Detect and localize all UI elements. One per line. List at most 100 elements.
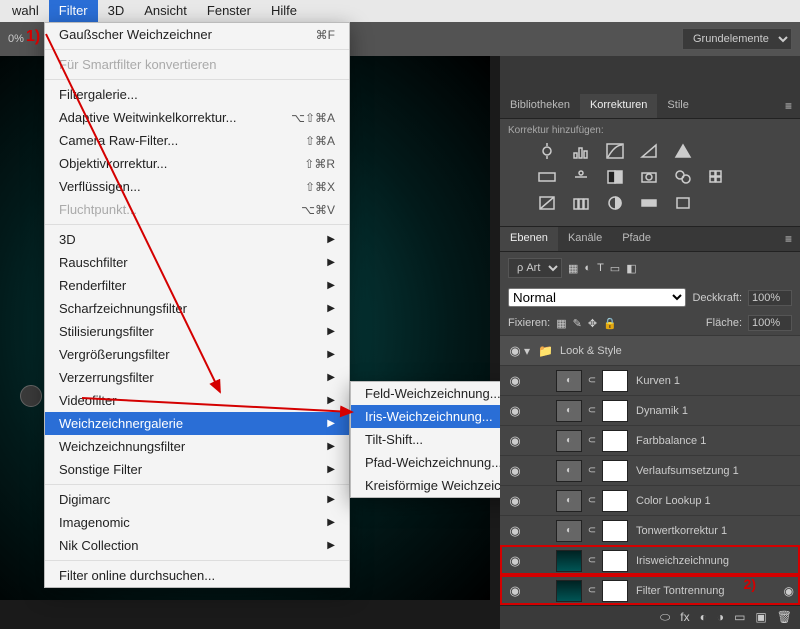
new-layer-icon[interactable]: ▣ [755,610,766,625]
layer-row[interactable]: ◉◐⊂Dynamik 1 [500,395,800,425]
layer-name: Dynamik 1 [636,405,688,417]
panel-menu-icon[interactable]: ≡ [777,94,800,118]
mask-icon[interactable]: ◐ [700,610,707,625]
menu-ansicht[interactable]: Ansicht [134,0,197,22]
menu-wahl[interactable]: wahl [2,0,49,22]
visibility-icon[interactable]: ◉ [506,343,524,359]
visibility-icon[interactable]: ◉ [506,553,524,569]
filter-item[interactable]: Filtergalerie... [45,83,349,106]
filter-smart-icon[interactable]: ◧ [626,262,636,275]
filter-submenu-item[interactable]: Rauschfilter▶ [45,251,349,274]
lock-pos-icon[interactable]: ✥ [588,317,597,330]
filter-submenu-item[interactable]: Stilisierungsfilter▶ [45,320,349,343]
opacity-input[interactable] [748,290,792,306]
chevron-down-icon[interactable]: ▾ [524,344,538,358]
filter-submenu-item[interactable]: Weichzeichnungsfilter▶ [45,435,349,458]
fill-input[interactable] [748,315,792,331]
lock-pixels-icon[interactable]: ▦ [556,317,566,330]
filter-submenu-item[interactable]: Renderfilter▶ [45,274,349,297]
posterize-icon[interactable] [570,194,592,212]
tab-bibliotheken[interactable]: Bibliotheken [500,94,580,118]
opacity-label: Deckkraft: [692,292,742,304]
tab-stile[interactable]: Stile [657,94,698,118]
filter-submenu-item[interactable]: Verzerrungsfilter▶ [45,366,349,389]
layer-row[interactable]: ◉⊂Irisweichzeichnung [500,545,800,575]
filter-submenu-item[interactable]: Sonstige Filter▶ [45,458,349,481]
visibility-icon[interactable]: ◉ [506,433,524,449]
smartfilter-vis-icon[interactable]: ◉ [784,584,794,598]
filter-submenu-item[interactable]: Videofilter▶ [45,389,349,412]
lock-all-icon[interactable]: 🔒 [603,317,617,330]
layer-row[interactable]: ◉◐⊂Tonwertkorrektur 1 [500,515,800,545]
link-icon[interactable]: ⬭ [660,610,670,625]
filter-item[interactable]: Adaptive Weitwinkelkorrektur...⌥⇧⌘A [45,106,349,129]
tab-kanaele[interactable]: Kanäle [558,227,612,251]
folder-icon: 📁 [538,344,556,358]
blend-mode-select[interactable]: Normal [508,288,686,307]
visibility-icon[interactable]: ◉ [506,463,524,479]
layers-menu-icon[interactable]: ≡ [777,227,800,251]
exposure-icon[interactable] [638,142,660,160]
curves-icon[interactable] [604,142,626,160]
filter-adj-icon[interactable]: ◐ [584,262,591,274]
layer-kind-filter[interactable]: ρ Art [508,258,562,278]
filter-shape-icon[interactable]: ▭ [610,262,620,275]
visibility-icon[interactable]: ◉ [506,403,524,419]
filter-plugin-item[interactable]: Nik Collection▶ [45,534,349,557]
fx-icon[interactable]: fx [680,610,689,625]
menu-3d[interactable]: 3D [98,0,135,22]
levels-icon[interactable] [570,142,592,160]
selcolor-icon[interactable] [672,194,694,212]
filter-last-used[interactable]: Gaußscher Weichzeichner⌘F [45,23,349,46]
filter-submenu-item[interactable]: Scharfzeichnungsfilter▶ [45,297,349,320]
layer-name: Filter Tontrennung [636,585,724,597]
tab-ebenen[interactable]: Ebenen [500,227,558,251]
gradmap-icon[interactable] [638,194,660,212]
layer-row[interactable]: ◉◐⊂Farbbalance 1 [500,425,800,455]
tab-korrekturen[interactable]: Korrekturen [580,94,657,118]
filter-convert-smart: Für Smartfilter konvertieren [45,53,349,76]
layer-row[interactable]: ◉◐⊂Color Lookup 1 [500,485,800,515]
filter-pixel-icon[interactable]: ▦ [568,262,578,275]
edit-toolbar-icon[interactable] [20,385,42,407]
layer-row[interactable]: ◉◐⊂Verlaufsumsetzung 1 [500,455,800,485]
layer-group[interactable]: ◉ ▾ 📁 Look & Style [500,335,800,365]
photofilter-icon[interactable] [638,168,660,186]
mixer-icon[interactable] [672,168,694,186]
filter-type-icon[interactable]: T [597,262,604,274]
lookup-icon[interactable] [706,168,728,186]
menu-fenster[interactable]: Fenster [197,0,261,22]
balance-icon[interactable] [570,168,592,186]
hue-icon[interactable] [536,168,558,186]
layer-row[interactable]: ◉◐⊂Kurven 1 [500,365,800,395]
menu-filter[interactable]: Filter [49,0,98,22]
brightness-icon[interactable] [536,142,558,160]
menu-hilfe[interactable]: Hilfe [261,0,307,22]
filter-item[interactable]: Verflüssigen...⇧⌘X [45,175,349,198]
lock-paint-icon[interactable]: ✎ [573,317,582,330]
zoom-value[interactable]: 0% [8,33,24,45]
workspace-select[interactable]: Grundelemente [682,28,792,50]
new-adj-icon[interactable]: ◑ [717,610,724,625]
filter-plugin-item[interactable]: Digimarc▶ [45,488,349,511]
visibility-icon[interactable]: ◉ [506,583,524,599]
tab-pfade[interactable]: Pfade [612,227,661,251]
filter-item[interactable]: Camera Raw-Filter...⇧⌘A [45,129,349,152]
filter-online[interactable]: Filter online durchsuchen... [45,564,349,587]
trash-icon[interactable]: 🗑 [777,610,792,625]
filter-submenu-item[interactable]: Weichzeichnergalerie▶ [45,412,349,435]
vibrance-icon[interactable] [672,142,694,160]
filter-submenu-item[interactable]: Vergrößerungsfilter▶ [45,343,349,366]
new-group-icon[interactable]: ▭ [734,610,745,625]
visibility-icon[interactable]: ◉ [506,523,524,539]
threshold-icon[interactable] [604,194,626,212]
layer-thumb [556,580,582,602]
filter-item[interactable]: Objektivkorrektur...⇧⌘R [45,152,349,175]
bw-icon[interactable] [604,168,626,186]
filter-plugin-item[interactable]: Imagenomic▶ [45,511,349,534]
layers-panel: Ebenen Kanäle Pfade ≡ ρ Art ▦ ◐ T ▭ ◧ No… [500,226,800,629]
visibility-icon[interactable]: ◉ [506,373,524,389]
invert-icon[interactable] [536,194,558,212]
filter-submenu-item[interactable]: 3D▶ [45,228,349,251]
visibility-icon[interactable]: ◉ [506,493,524,509]
